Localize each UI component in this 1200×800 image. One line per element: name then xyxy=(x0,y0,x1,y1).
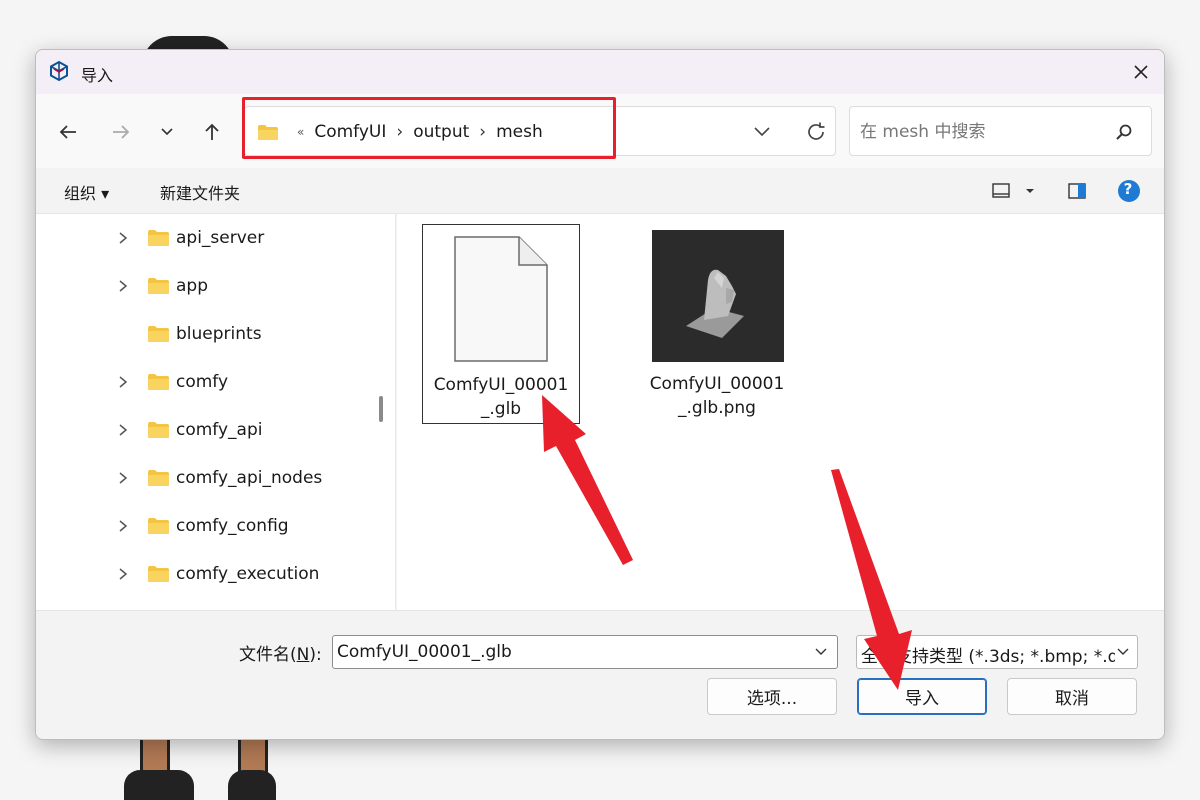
background-character-shoe xyxy=(228,770,276,800)
breadcrumb-item-comfyui[interactable]: ComfyUI xyxy=(314,122,386,142)
folder-icon xyxy=(148,326,169,342)
filename-history-dropdown[interactable] xyxy=(813,644,829,660)
expand-chevron-icon[interactable] xyxy=(116,231,130,245)
organize-menu[interactable]: 组织 ▾ xyxy=(64,180,109,204)
options-button[interactable]: 选项... xyxy=(707,678,837,715)
breadcrumb-item-mesh[interactable]: mesh xyxy=(496,122,543,142)
nav-item-label: blueprints xyxy=(176,324,262,344)
address-history-dropdown[interactable] xyxy=(749,121,775,143)
nav-item-comfy-config[interactable]: comfy_config xyxy=(36,504,370,548)
caret-down-icon xyxy=(1026,189,1034,193)
file-item-png[interactable]: ComfyUI_00001 _.glb.png xyxy=(618,224,784,424)
file-type-value: 全部支持类型 (*.3ds; *.bmp; *.dae; *.dwg; *.dx… xyxy=(861,647,1115,667)
nav-item-comfy-execution[interactable]: comfy_execution xyxy=(36,552,370,596)
nav-item-label: comfy_execution xyxy=(176,564,320,584)
file-name: ComfyUI_00001 _.glb.png xyxy=(649,374,785,418)
address-bar[interactable]: « ComfyUI › output › mesh xyxy=(244,106,836,156)
file-name: ComfyUI_00001 _.glb xyxy=(433,375,569,419)
chevron-down-icon xyxy=(161,128,173,136)
filename-input[interactable] xyxy=(337,640,797,664)
search-icon xyxy=(1116,124,1132,140)
breadcrumb-item-output[interactable]: output xyxy=(413,122,469,142)
back-button[interactable] xyxy=(52,116,84,148)
dialog-footer: 文件名(N): 全部支持类型 (*.3ds; *.bmp; *.dae; *.d… xyxy=(36,610,1164,739)
image-thumbnail xyxy=(652,230,784,362)
view-layout-icon xyxy=(992,183,1010,198)
command-bar: 组织 ▾ 新建文件夹 ? xyxy=(36,168,1164,214)
filename-field[interactable] xyxy=(332,635,838,669)
nav-item-comfy-api-nodes[interactable]: comfy_api_nodes xyxy=(36,456,370,500)
arrow-right-icon xyxy=(113,125,130,139)
folder-icon xyxy=(148,566,169,582)
folder-icon xyxy=(148,518,169,534)
new-folder-button[interactable]: 新建文件夹 xyxy=(160,180,240,204)
up-button[interactable] xyxy=(196,116,228,148)
chevron-down-icon xyxy=(815,648,827,655)
expand-chevron-icon[interactable] xyxy=(116,279,130,293)
nav-item-label: api_server xyxy=(176,228,265,248)
preview-pane-button[interactable] xyxy=(1062,178,1092,204)
nav-item-api-server[interactable]: api_server xyxy=(36,216,370,260)
refresh-icon xyxy=(808,122,825,140)
import-button[interactable]: 导入 xyxy=(857,678,987,715)
nav-item-label: comfy xyxy=(176,372,229,392)
title-bar: 导入 xyxy=(36,50,1164,94)
expand-chevron-icon[interactable] xyxy=(116,567,130,581)
folder-icon xyxy=(148,230,169,246)
file-type-select[interactable]: 全部支持类型 (*.3ds; *.bmp; *.dae; *.dwg; *.dx… xyxy=(856,635,1138,669)
folder-icon xyxy=(258,124,278,140)
expand-chevron-icon[interactable] xyxy=(116,471,130,485)
nav-item-comfy-api[interactable]: comfy_api xyxy=(36,408,370,452)
mesh-preview-image xyxy=(686,269,744,338)
cancel-button[interactable]: 取消 xyxy=(1007,678,1137,715)
chevron-right-icon[interactable]: › xyxy=(479,122,486,142)
arrow-up-icon xyxy=(205,123,219,140)
close-icon xyxy=(1134,65,1148,79)
preview-pane-icon xyxy=(1068,183,1086,199)
folder-icon xyxy=(148,422,169,438)
folder-icon xyxy=(148,278,169,294)
expand-chevron-icon[interactable] xyxy=(116,519,130,533)
close-button[interactable] xyxy=(1118,50,1164,94)
forward-button[interactable] xyxy=(105,116,137,148)
filename-label: 文件名(N): xyxy=(239,645,322,665)
navigation-pane: api_server app blueprints comfy comfy_ap… xyxy=(36,214,370,610)
help-button[interactable]: ? xyxy=(1116,178,1142,204)
nav-item-blueprints[interactable]: blueprints xyxy=(36,312,370,356)
nav-item-app[interactable]: app xyxy=(36,264,370,308)
breadcrumb-overflow[interactable]: « xyxy=(297,125,304,139)
search-input[interactable] xyxy=(860,119,1100,145)
search-box[interactable] xyxy=(849,106,1152,156)
window-title: 导入 xyxy=(81,66,114,85)
folder-icon xyxy=(148,374,169,390)
file-list: ComfyUI_00001 _.glb ComfyUI_00001 _.glb.… xyxy=(397,214,1164,610)
import-dialog: 导入 « ComfyUI › output › mesh 在 mesh 中搜索 … xyxy=(35,49,1165,740)
background-character-shoe xyxy=(124,770,194,800)
view-options-button[interactable] xyxy=(986,178,1042,204)
navigation-bar: « ComfyUI › output › mesh xyxy=(36,94,1164,168)
refresh-button[interactable] xyxy=(803,119,829,145)
scrollbar-thumb[interactable] xyxy=(379,396,383,422)
generic-file-icon xyxy=(454,236,548,362)
recent-locations-button[interactable] xyxy=(151,116,183,148)
nav-item-label: comfy_api_nodes xyxy=(176,468,323,488)
nav-item-label: app xyxy=(176,276,208,296)
folder-icon xyxy=(148,470,169,486)
chevron-right-icon[interactable]: › xyxy=(396,122,403,142)
sketchup-app-icon xyxy=(50,60,68,82)
nav-item-label: comfy_config xyxy=(176,516,289,536)
expand-chevron-icon[interactable] xyxy=(116,375,130,389)
chevron-down-icon xyxy=(754,127,770,137)
chevron-down-icon xyxy=(1115,644,1131,660)
expand-chevron-icon[interactable] xyxy=(116,423,130,437)
help-label: ? xyxy=(1123,180,1133,198)
navigation-scrollbar[interactable] xyxy=(370,214,396,610)
file-item-glb[interactable]: ComfyUI_00001 _.glb xyxy=(422,224,580,424)
breadcrumb: « ComfyUI › output › mesh xyxy=(257,120,543,144)
nav-item-label: comfy_api xyxy=(176,420,263,440)
arrow-left-icon xyxy=(59,125,76,139)
nav-item-comfy[interactable]: comfy xyxy=(36,360,370,404)
